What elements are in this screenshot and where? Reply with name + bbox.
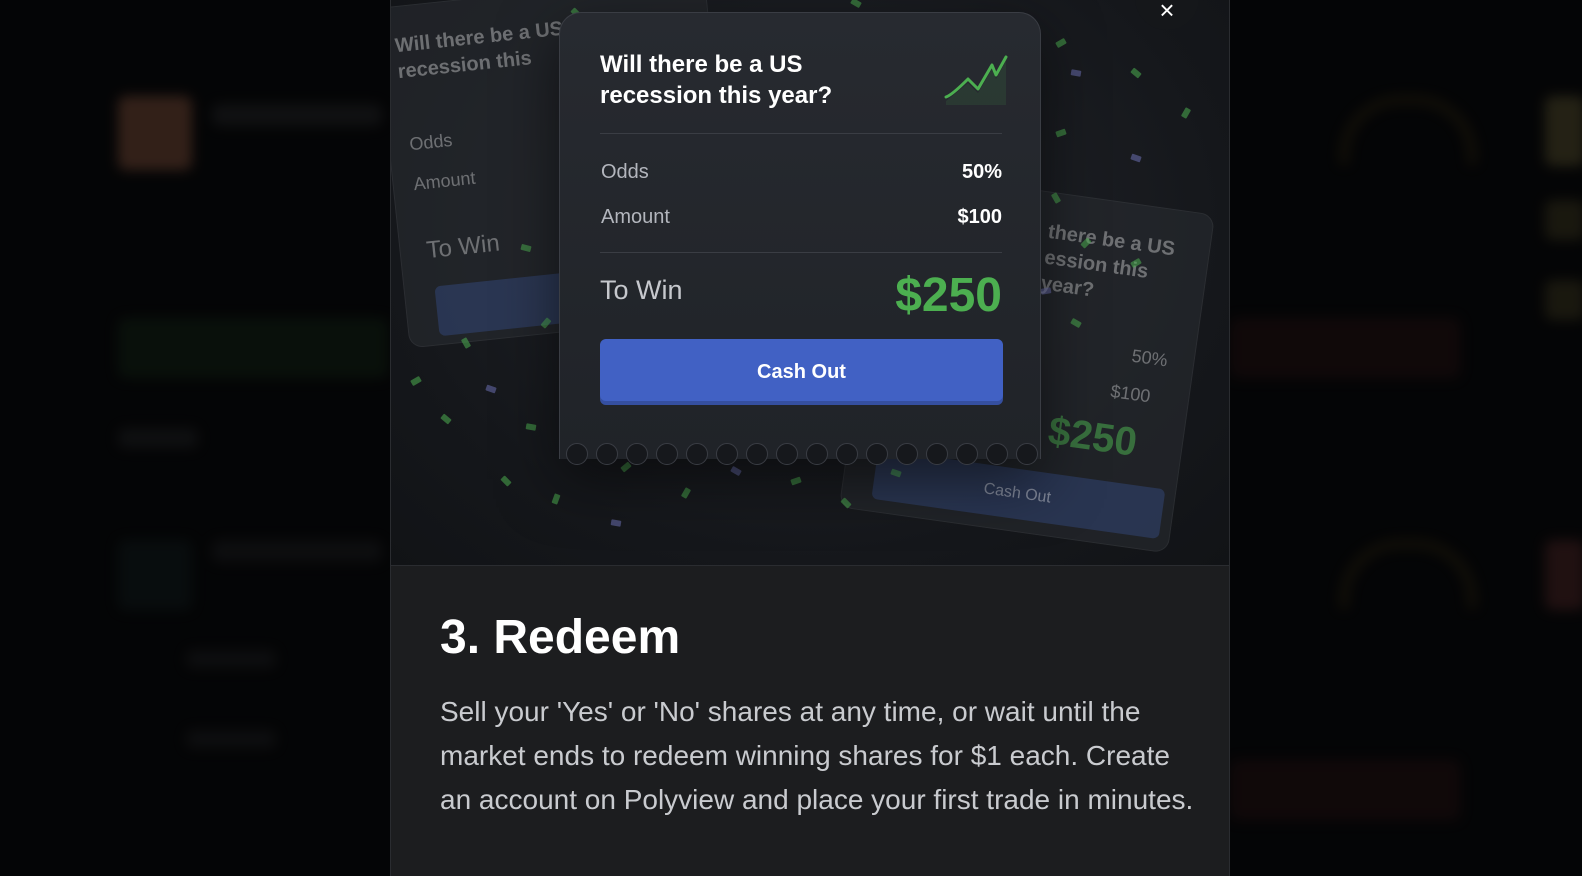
- confetti-piece: [551, 493, 561, 505]
- close-button[interactable]: ×: [1135, 0, 1199, 30]
- confetti-piece: [485, 384, 497, 394]
- confetti-piece: [1070, 69, 1082, 77]
- ghost-right-odds: 50%: [1130, 345, 1169, 371]
- confetti-piece: [1055, 37, 1067, 49]
- ghost-right-towin: $250: [1045, 408, 1140, 465]
- perforation-notch: [686, 443, 708, 465]
- perforation-notch: [866, 443, 888, 465]
- confetti-piece: [440, 413, 452, 425]
- confetti-piece: [410, 375, 422, 387]
- perforation-notch: [986, 443, 1008, 465]
- cash-out-button[interactable]: Cash Out: [600, 339, 1003, 405]
- perforation-notch: [1016, 443, 1038, 465]
- confetti-piece: [790, 476, 802, 486]
- ghost-right-question: there be a US ession this year?: [1039, 220, 1177, 302]
- to-win-value: $250: [895, 269, 1002, 322]
- perforation-notch: [596, 443, 618, 465]
- hero-illustration: × Will there be a US recession this Odds…: [391, 0, 1229, 566]
- perforation-notch: [776, 443, 798, 465]
- perforation-notch: [926, 443, 948, 465]
- confetti-piece: [730, 465, 742, 477]
- confetti-piece: [850, 0, 862, 9]
- perforation-notch: [626, 443, 648, 465]
- to-win-label: To Win: [600, 275, 683, 305]
- ghost-right-amount: $100: [1109, 381, 1152, 407]
- perforation-notch: [746, 443, 768, 465]
- close-icon: ×: [1159, 0, 1175, 25]
- odds-label: Odds: [601, 161, 649, 183]
- amount-value: $100: [957, 206, 1003, 228]
- step-heading: 3. Redeem: [440, 611, 681, 664]
- confetti-piece: [1130, 67, 1142, 79]
- ticket-question: Will there be a US recession this year?: [600, 51, 833, 109]
- perforation-notch: [806, 443, 828, 465]
- ticket-divider-top: [600, 133, 1002, 134]
- perforation-notch: [716, 443, 738, 465]
- amount-label: Amount: [601, 206, 670, 228]
- ticket-perforation: [560, 441, 1040, 465]
- ghost-left-odds: Odds: [408, 129, 454, 155]
- perforation-notch: [836, 443, 858, 465]
- step-description: Sell your 'Yes' or 'No' shares at any ti…: [440, 696, 1194, 815]
- perforation-notch: [896, 443, 918, 465]
- odds-value: 50%: [961, 161, 1002, 183]
- confetti-piece: [525, 423, 537, 431]
- ghost-left-towin: To Win: [425, 229, 502, 265]
- confetti-piece: [610, 519, 622, 527]
- perforation-notch: [656, 443, 678, 465]
- perforation-notch: [956, 443, 978, 465]
- trend-up-icon: [944, 55, 1008, 105]
- confetti-piece: [1180, 107, 1192, 119]
- onboarding-modal: × Will there be a US recession this Odds…: [390, 0, 1230, 876]
- ghost-left-amount: Amount: [412, 167, 477, 195]
- confetti-piece: [680, 487, 692, 499]
- confetti-piece: [500, 475, 512, 487]
- confetti-piece: [1130, 153, 1142, 163]
- ticket-divider-bottom: [600, 252, 1002, 253]
- perforation-notch: [566, 443, 588, 465]
- confetti-piece: [1055, 128, 1067, 138]
- bet-ticket: Will there be a US recession this year? …: [559, 12, 1041, 465]
